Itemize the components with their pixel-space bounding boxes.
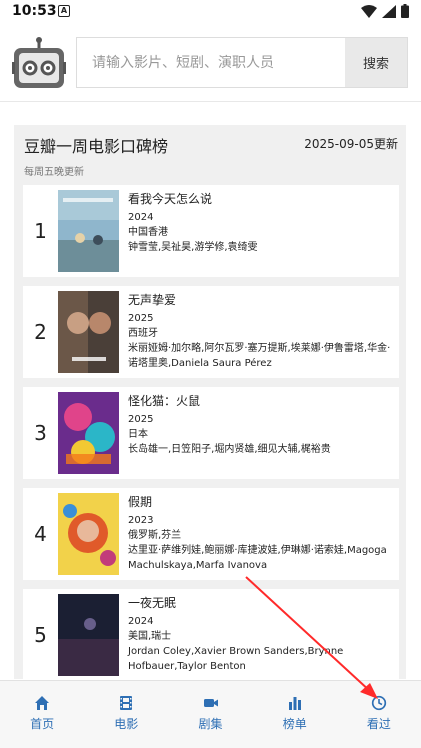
movie-year: 2025	[128, 414, 154, 425]
movie-region: 西班牙	[128, 328, 158, 339]
movie-info: 一夜无眠 2024 美国,瑞士 Jordan Coley,Xavier Brow…	[128, 595, 396, 674]
bar-chart-icon	[288, 697, 301, 710]
movie-info: 看我今天怎么说 2024 中国香港 钟雪莹,吴祉昊,游学修,袁绮雯	[128, 191, 396, 255]
nav-label: 首页	[30, 717, 55, 731]
robot-logo-icon	[12, 37, 66, 88]
movie-cast: Jordan Coley,Xavier Brown Sanders,Brynne…	[128, 646, 344, 672]
movie-title: 一夜无眠	[128, 596, 177, 610]
search-box: 搜索	[76, 37, 408, 88]
movie-poster[interactable]	[58, 594, 119, 676]
panel-update-date: 2025-09-05更新	[304, 137, 398, 151]
movie-poster[interactable]	[58, 392, 119, 474]
panel-title: 豆瓣一周电影口碑榜	[24, 137, 169, 156]
nav-label: 榜单	[282, 717, 307, 731]
rank-number: 2	[34, 320, 47, 344]
movie-year: 2025	[128, 313, 154, 324]
nav-home[interactable]: 首页	[0, 681, 84, 748]
movie-cast: 达里亚·萨维列娃,鲍丽娜·库捷波娃,伊琳娜·诺索娃,Magoga Machuls…	[128, 545, 387, 571]
movie-year: 2024	[128, 616, 154, 627]
rank-number: 5	[34, 623, 47, 647]
clock-icon	[371, 695, 387, 711]
movie-card[interactable]: 3 怪化猫：火鼠 2025 日本 长岛雄一,日笠阳子,堀内贤雄,细见大辅,梶裕贵	[23, 387, 399, 479]
main-content[interactable]: 豆瓣一周电影口碑榜 2025-09-05更新 每周五晚更新 1 看我今天怎么说 …	[0, 103, 421, 679]
movie-card[interactable]: 4 假期 2023 俄罗斯,芬兰 达里亚·萨维列娃,鲍丽娜·库捷波娃,伊琳娜·诺…	[23, 488, 399, 580]
movie-cast: 米丽娅姆·加尔略,阿尔瓦罗·塞万提斯,埃莱娜·伊鲁雷塔,华金·诺塔里奥,Dani…	[128, 343, 391, 369]
search-input[interactable]	[77, 38, 347, 87]
film-icon	[120, 696, 133, 710]
movie-info: 假期 2023 俄罗斯,芬兰 达里亚·萨维列娃,鲍丽娜·库捷波娃,伊琳娜·诺索娃…	[128, 494, 396, 573]
nav-watched[interactable]: 看过	[337, 681, 421, 748]
rank-number: 4	[34, 522, 47, 546]
panel-subtitle: 每周五晚更新	[24, 167, 84, 178]
nav-charts[interactable]: 榜单	[253, 681, 337, 748]
nav-movies[interactable]: 电影	[84, 681, 168, 748]
movie-card[interactable]: 1 看我今天怎么说 2024 中国香港 钟雪莹,吴祉昊,游学修,袁绮雯	[23, 185, 399, 277]
notification-icon: A	[58, 5, 70, 17]
movie-poster[interactable]	[58, 291, 119, 373]
movie-info: 怪化猫：火鼠 2025 日本 长岛雄一,日笠阳子,堀内贤雄,细见大辅,梶裕贵	[128, 393, 396, 457]
movie-poster[interactable]	[58, 190, 119, 272]
movie-card[interactable]: 2 无声挚爱 2025 西班牙 米丽娅姆·加尔略,阿尔瓦罗·塞万提斯,埃莱娜·伊…	[23, 286, 399, 378]
movie-region: 美国,瑞士	[128, 631, 172, 642]
nav-label: 看过	[366, 717, 391, 731]
status-time: 10:53	[12, 3, 57, 19]
status-bar: 10:53 A	[0, 0, 421, 24]
movie-title: 无声挚爱	[128, 293, 177, 307]
movie-title: 假期	[128, 495, 153, 509]
wifi-icon	[361, 4, 377, 18]
app-header: 搜索	[0, 24, 421, 102]
nav-label: 剧集	[198, 717, 223, 731]
movie-region: 俄罗斯,芬兰	[128, 530, 182, 541]
nav-series[interactable]: 剧集	[168, 681, 252, 748]
movie-year: 2024	[128, 212, 154, 223]
movie-info: 无声挚爱 2025 西班牙 米丽娅姆·加尔略,阿尔瓦罗·塞万提斯,埃莱娜·伊鲁雷…	[128, 292, 396, 371]
movie-title: 看我今天怎么说	[128, 192, 213, 206]
movie-region: 中国香港	[128, 227, 168, 238]
weekly-chart-panel: 豆瓣一周电影口碑榜 2025-09-05更新 每周五晚更新 1 看我今天怎么说 …	[14, 125, 406, 679]
video-camera-icon	[203, 699, 218, 707]
rank-number: 3	[34, 421, 47, 445]
movie-year: 2023	[128, 515, 154, 526]
movie-card[interactable]: 5 一夜无眠 2024 美国,瑞士 Jordan Coley,Xavier Br…	[23, 589, 399, 679]
movie-region: 日本	[128, 429, 148, 440]
nav-label: 电影	[114, 717, 139, 731]
movie-title: 怪化猫：火鼠	[128, 394, 201, 408]
search-button[interactable]: 搜索	[345, 38, 407, 87]
home-icon	[35, 696, 50, 710]
movie-cast: 钟雪莹,吴祉昊,游学修,袁绮雯	[128, 242, 258, 253]
movie-poster[interactable]	[58, 493, 119, 575]
rank-number: 1	[34, 219, 47, 243]
signal-icon	[382, 4, 396, 18]
movie-cast: 长岛雄一,日笠阳子,堀内贤雄,细见大辅,梶裕贵	[128, 444, 331, 455]
battery-icon	[401, 4, 409, 18]
bottom-navigation: 首页 电影 剧集 榜单 看过	[0, 680, 421, 748]
status-icons	[361, 4, 409, 18]
